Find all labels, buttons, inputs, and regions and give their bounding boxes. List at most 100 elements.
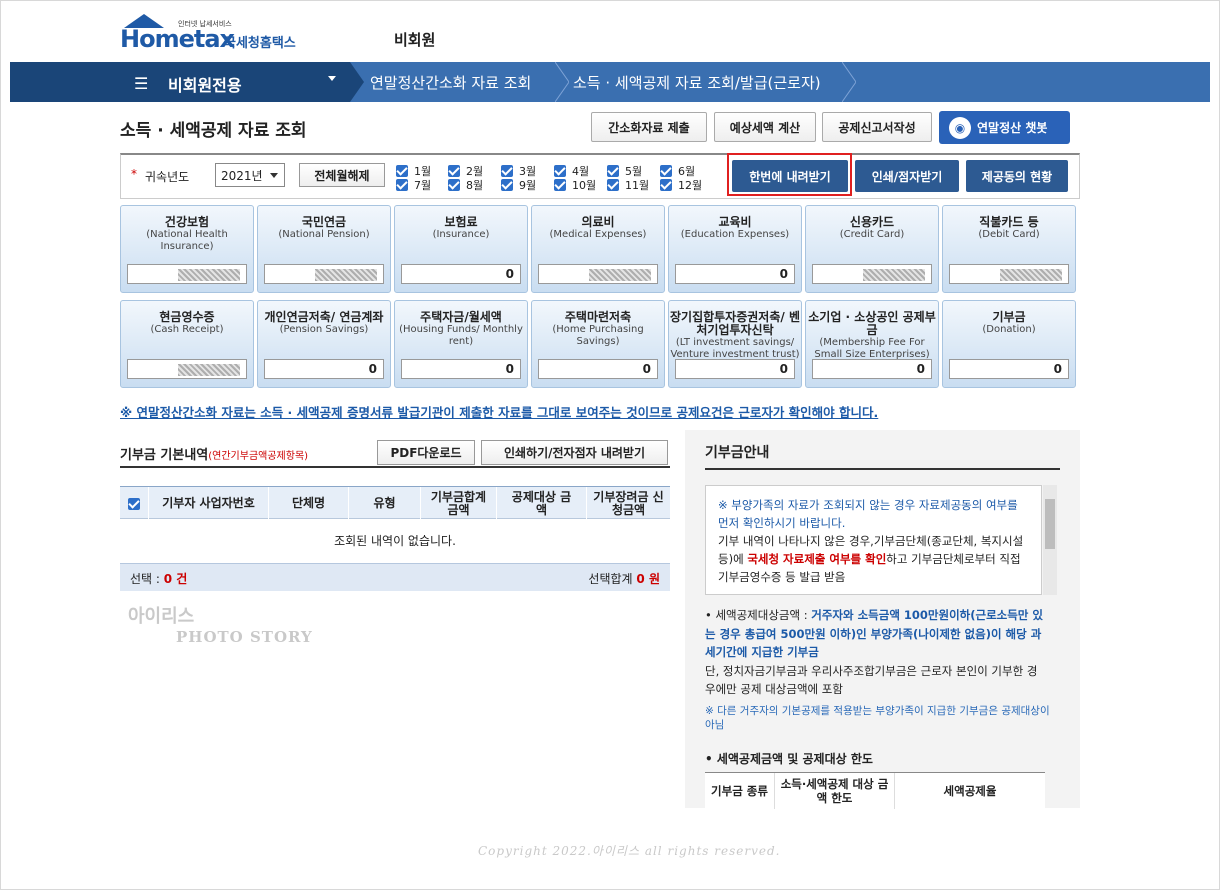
- checkbox-icon: [554, 179, 566, 191]
- logo-korean: 국세청홈택스: [224, 36, 296, 51]
- breadcrumb-item-2[interactable]: 소득 · 세액공제 자료 조회/발급(근로자): [573, 72, 821, 93]
- selected-count: 0 건: [163, 572, 188, 586]
- donation-subtitle: (연간기부금액공제항목): [208, 451, 309, 462]
- redacted-amount: [178, 268, 240, 281]
- card-title: 의료비: [581, 215, 615, 229]
- checkbox-icon: [607, 179, 619, 191]
- print-download-button[interactable]: 인쇄하기/전자점자 내려받기: [481, 440, 668, 465]
- redacted-amount: [1000, 268, 1062, 281]
- menu-dropdown[interactable]: ☰ 비회원전용: [10, 62, 350, 102]
- deduction-card[interactable]: 소기업 · 소상공인 공제부금 (Membership Fee For Small…: [805, 300, 939, 388]
- deduction-card[interactable]: 현금영수증 (Cash Receipt): [120, 300, 254, 388]
- card-title: 신용카드: [849, 215, 895, 229]
- redacted-amount: [589, 268, 651, 281]
- deduction-card[interactable]: 의료비 (Medical Expenses): [531, 205, 665, 293]
- card-title: 개인연금저축/ 연금계좌: [264, 310, 384, 324]
- card-amount: [127, 264, 247, 284]
- month-checkbox[interactable]: 10월: [554, 177, 596, 193]
- card-amount: 0: [401, 264, 521, 284]
- card-amount: [538, 264, 658, 284]
- watermark-photo-story: PHOTO STORY: [176, 628, 313, 646]
- card-title: 국민연금: [301, 215, 347, 229]
- month-checkbox[interactable]: 8월: [448, 177, 483, 193]
- deduction-card[interactable]: 국민연금 (National Pension): [257, 205, 391, 293]
- selected-total-wrap: 선택합계 0 원: [588, 572, 660, 586]
- checkbox-icon: [554, 165, 566, 177]
- info-box: ※ 부양가족의 자료가 조회되지 않는 경우 자료제공동의 여부를 먼저 확인하…: [705, 485, 1042, 595]
- info-note: ※ 다른 거주자의 기본공제를 적용받는 부양가족이 지급한 기부금은 공제대상…: [705, 705, 1050, 731]
- selected-count-wrap: 선택 : 0 건: [130, 572, 188, 586]
- deduction-card[interactable]: 개인연금저축/ 연금계좌 (Pension Savings) 0: [257, 300, 391, 388]
- card-english-title: (National Health Insurance): [146, 229, 228, 252]
- checkbox-icon: [396, 179, 408, 191]
- clear-all-months-button[interactable]: 전체월해제: [299, 163, 385, 187]
- month-checkbox[interactable]: 7월: [396, 177, 431, 193]
- deduction-card[interactable]: 주택자금/월세액 (Housing Funds/ Monthly rent) 0: [394, 300, 528, 388]
- card-title: 보험료: [444, 215, 478, 229]
- provider-consent-status-button[interactable]: 제공동의 현황: [966, 160, 1068, 192]
- chevron-down-icon: [328, 76, 336, 81]
- donation-title: 기부금 기본내역: [120, 448, 209, 463]
- deduction-card[interactable]: 신용카드 (Credit Card): [805, 205, 939, 293]
- card-title: 주택자금/월세액: [420, 310, 502, 324]
- checkbox-icon: [128, 497, 140, 510]
- card-amount: 0: [401, 359, 521, 379]
- card-amount: 0: [675, 359, 795, 379]
- select-all-checkbox[interactable]: [120, 487, 148, 520]
- donation-table-header: 기부자 사업자번호 단체명 유형 기부금합계 금액 공제대상 금액 기부장려금 …: [120, 486, 670, 520]
- month-label: 7월: [414, 179, 432, 192]
- card-title: 장기집합투자증권저축/ 벤처기업투자신탁: [669, 310, 800, 337]
- month-checkbox[interactable]: 9월: [501, 177, 536, 193]
- card-amount: 0: [675, 264, 795, 284]
- card-english-title: (Education Expenses): [680, 229, 790, 240]
- card-english-title: (Pension Savings): [279, 324, 369, 335]
- card-amount: [812, 264, 932, 284]
- menu-label: 비회원전용: [168, 76, 242, 95]
- info-text: • 세액공제대상금액 : 거주자와 소득금액 100만원이하(근로소득만 있는 …: [705, 608, 1043, 696]
- checkbox-icon: [396, 165, 408, 177]
- checkbox-icon: [501, 179, 513, 191]
- chevron-down-icon: [270, 173, 278, 178]
- column-header: 기부금합계 금액: [420, 487, 496, 520]
- deduction-form-button[interactable]: 공제신고서작성: [822, 112, 932, 142]
- deduction-card[interactable]: 직불카드 등 (Debit Card): [942, 205, 1076, 293]
- card-english-title: (Donation): [982, 324, 1036, 335]
- pdf-download-button[interactable]: PDF다운로드: [377, 440, 475, 465]
- deduction-card[interactable]: 교육비 (Education Expenses) 0: [668, 205, 802, 293]
- deduction-card[interactable]: 건강보험 (National Health Insurance): [120, 205, 254, 293]
- column-header: 기부자 사업자번호: [148, 487, 268, 520]
- submit-simplified-data-button[interactable]: 간소화자료 제출: [591, 112, 707, 142]
- card-amount: [949, 264, 1069, 284]
- redacted-amount: [863, 268, 925, 281]
- chatbot-button[interactable]: ◉ 연말정산 챗봇: [939, 111, 1070, 144]
- info-title: 기부금안내: [705, 445, 770, 461]
- notice-link[interactable]: ※ 연말정산간소화 자료는 소득 · 세액공제 증명서류 발급기관이 제출한 자…: [120, 402, 878, 421]
- month-label: 8월: [466, 179, 484, 192]
- print-braille-button[interactable]: 인쇄/점자받기: [855, 160, 959, 192]
- estimate-tax-button[interactable]: 예상세액 계산: [714, 112, 816, 142]
- card-amount: [264, 264, 384, 284]
- card-title: 교육비: [718, 215, 752, 229]
- month-checkbox[interactable]: 12월: [660, 177, 702, 193]
- deduction-card[interactable]: 기부금 (Donation) 0: [942, 300, 1076, 388]
- card-amount: [127, 359, 247, 379]
- card-english-title: (Insurance): [432, 229, 490, 240]
- limit-subheading: • 세액공제금액 및 공제대상 한도: [705, 752, 873, 766]
- checkbox-icon: [607, 165, 619, 177]
- breadcrumb-item-1[interactable]: 연말정산간소화 자료 조회: [370, 72, 531, 93]
- card-amount: 0: [264, 359, 384, 379]
- card-english-title: (Medical Expenses): [549, 229, 647, 240]
- deduction-card[interactable]: 주택마련저축 (Home Purchasing Savings) 0: [531, 300, 665, 388]
- info-scrollbar[interactable]: [1043, 485, 1057, 595]
- scrollbar-thumb[interactable]: [1045, 499, 1055, 549]
- deduction-card[interactable]: 보험료 (Insurance) 0: [394, 205, 528, 293]
- redacted-amount: [315, 268, 377, 281]
- column-header: 공제대상 금액: [496, 487, 586, 520]
- hometax-logo[interactable]: 인터넷 납세서비스 Hometax 국세청홈택스: [120, 14, 310, 54]
- card-amount: 0: [949, 359, 1069, 379]
- column-header: 단체명: [268, 487, 348, 520]
- month-checkbox[interactable]: 11월: [607, 177, 649, 193]
- deduction-card[interactable]: 장기집합투자증권저축/ 벤처기업투자신탁 (LT investment savin…: [668, 300, 802, 388]
- year-select[interactable]: 2021년: [215, 163, 285, 187]
- card-title: 현금영수증: [159, 310, 215, 324]
